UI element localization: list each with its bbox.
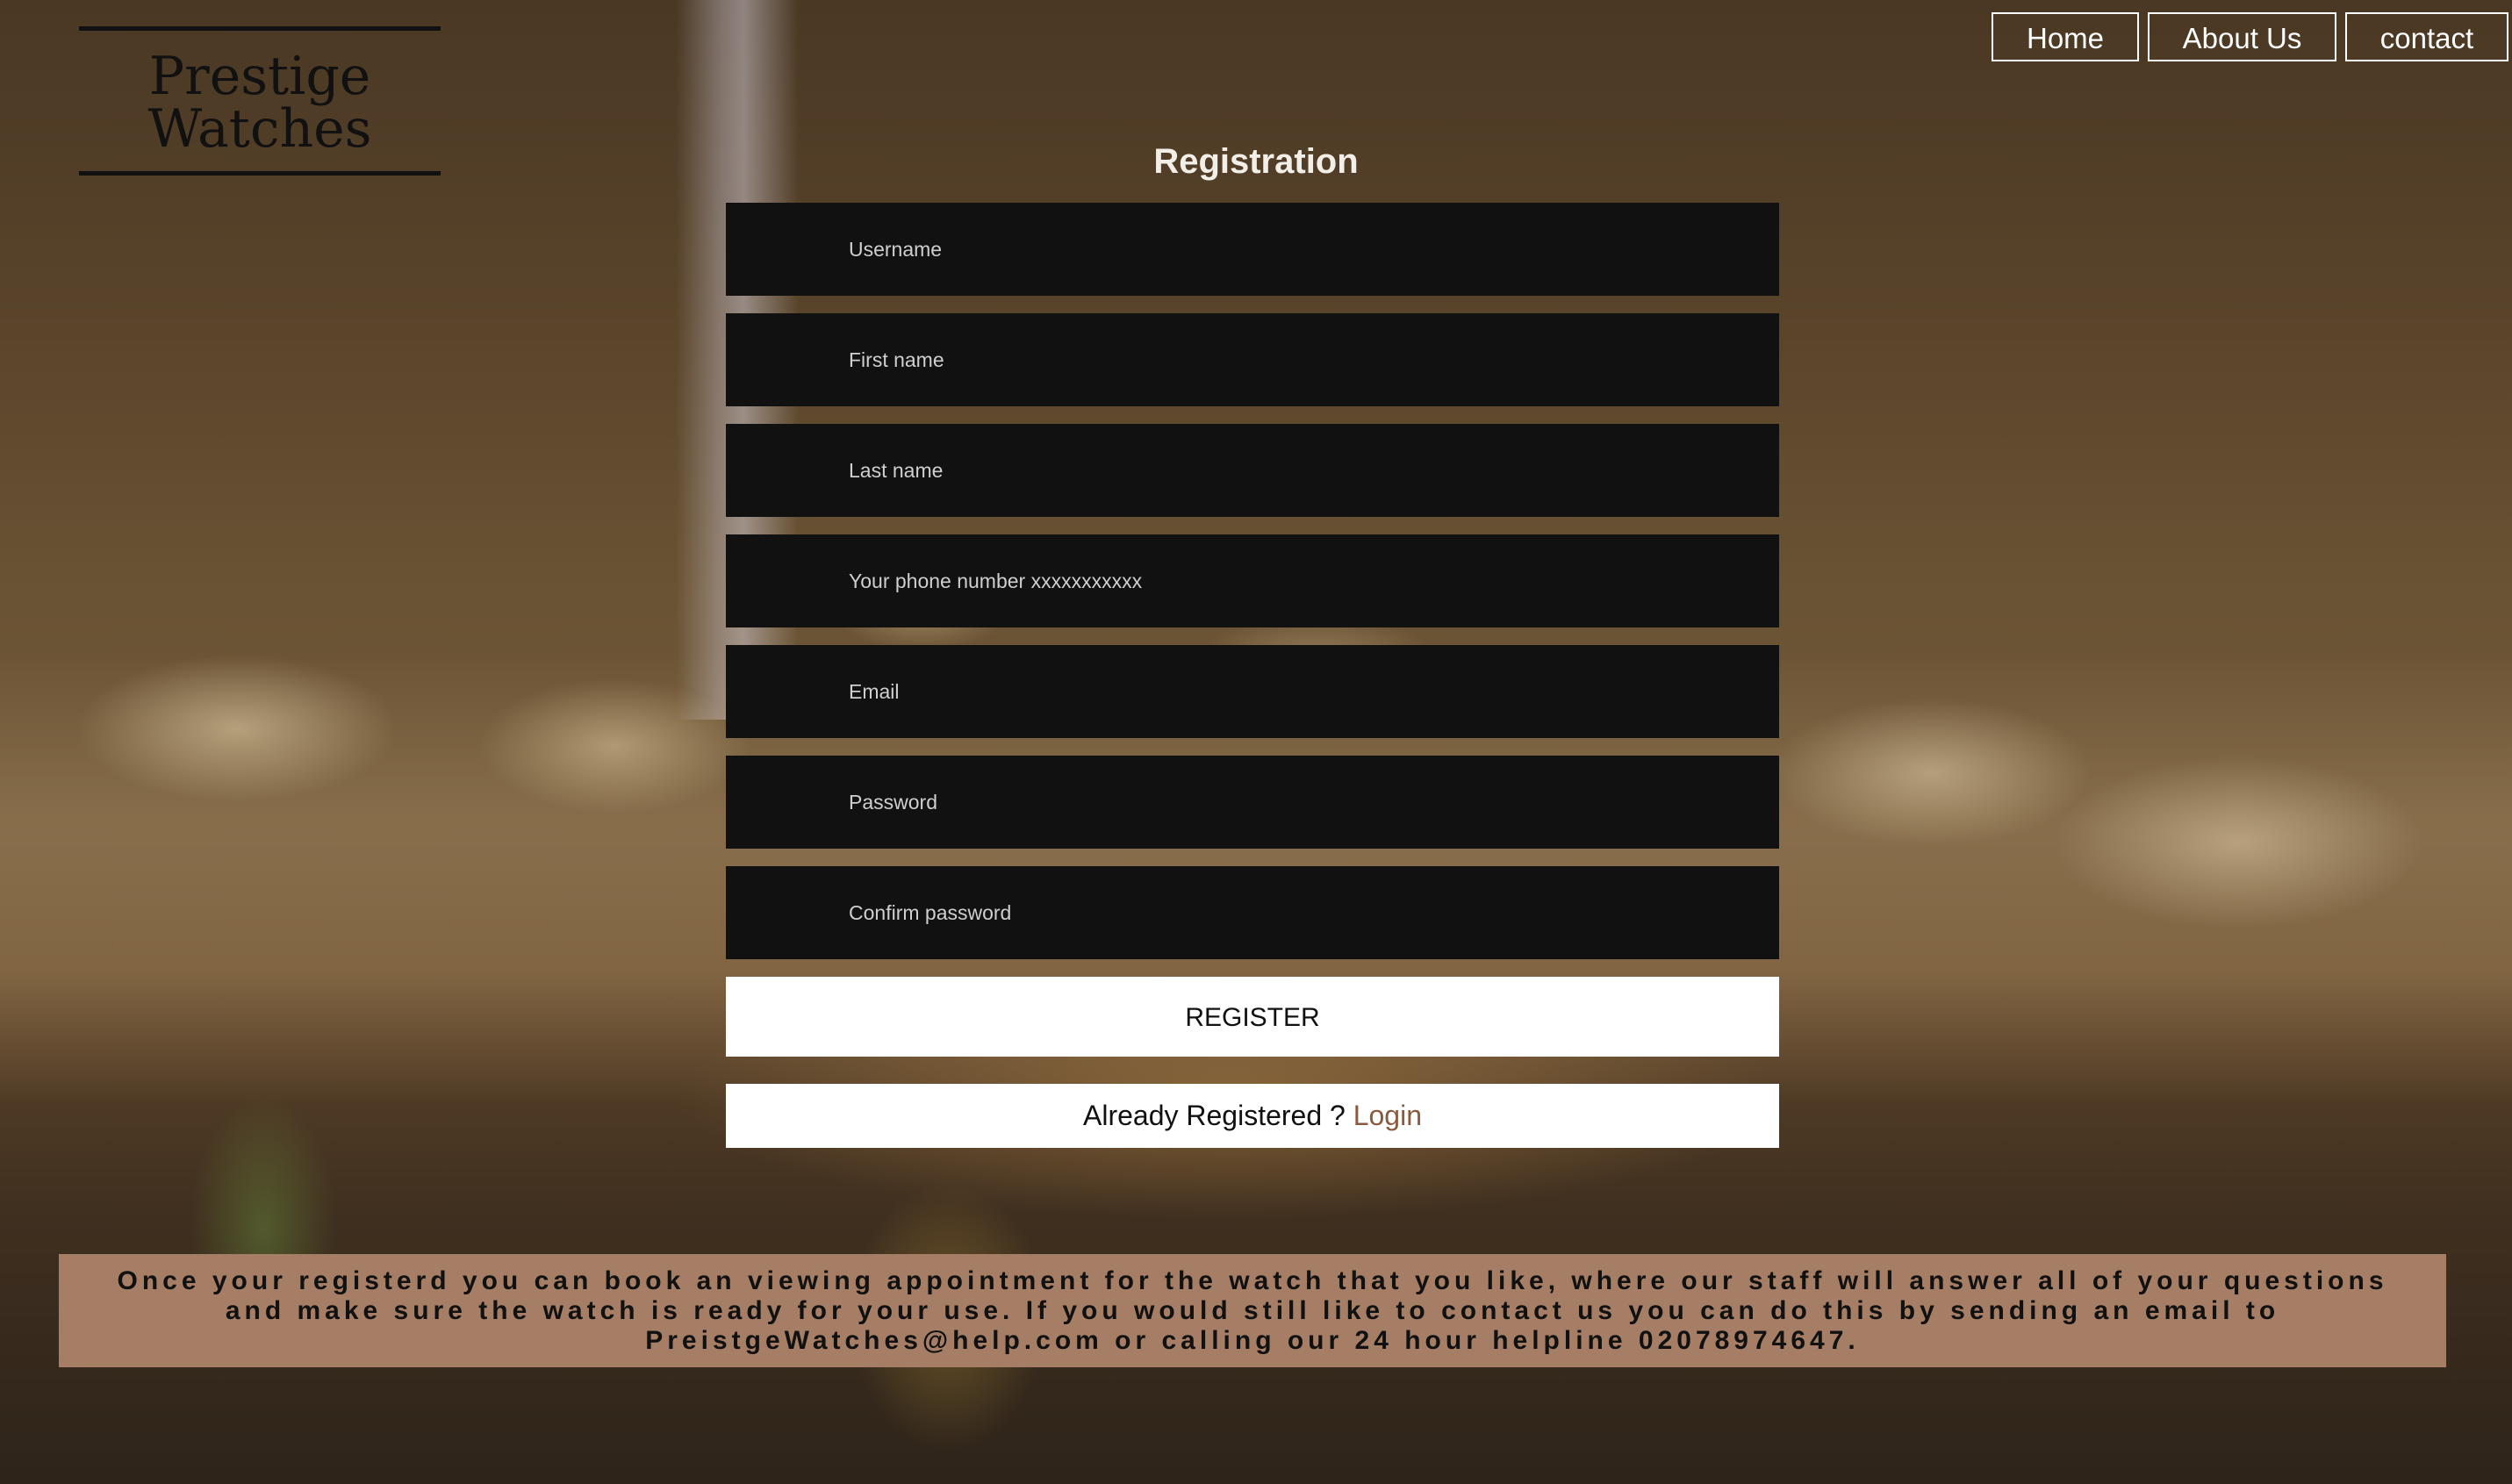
phone-field-container	[726, 534, 1779, 628]
phone-input[interactable]	[726, 534, 1779, 628]
confirm-password-input[interactable]	[726, 865, 1779, 960]
login-link[interactable]: Login	[1353, 1100, 1422, 1131]
first-name-input[interactable]	[726, 312, 1779, 407]
already-registered-box: Already Registered ? Login	[726, 1084, 1779, 1148]
info-banner: Once your registerd you can book an view…	[59, 1254, 2446, 1367]
email-input[interactable]	[726, 644, 1779, 739]
last-name-input[interactable]	[726, 423, 1779, 518]
first-name-field-container	[726, 312, 1779, 407]
username-input[interactable]	[726, 202, 1779, 297]
registration-form: REGISTER Already Registered ? Login	[726, 202, 1779, 1148]
page-title: Registration	[1153, 142, 1359, 181]
nav-home-link[interactable]: Home	[1992, 12, 2139, 61]
nav-contact-link[interactable]: contact	[2345, 12, 2508, 61]
password-input[interactable]	[726, 755, 1779, 850]
username-field-container	[726, 202, 1779, 297]
last-name-field-container	[726, 423, 1779, 518]
confirm-password-field-container	[726, 865, 1779, 960]
email-field-container	[726, 644, 1779, 739]
already-registered-text: Already Registered ?	[1082, 1100, 1346, 1131]
top-nav: Home About Us contact	[1992, 12, 2508, 61]
register-button[interactable]: REGISTER	[726, 977, 1779, 1057]
nav-about-link[interactable]: About Us	[2148, 12, 2336, 61]
password-field-container	[726, 755, 1779, 850]
